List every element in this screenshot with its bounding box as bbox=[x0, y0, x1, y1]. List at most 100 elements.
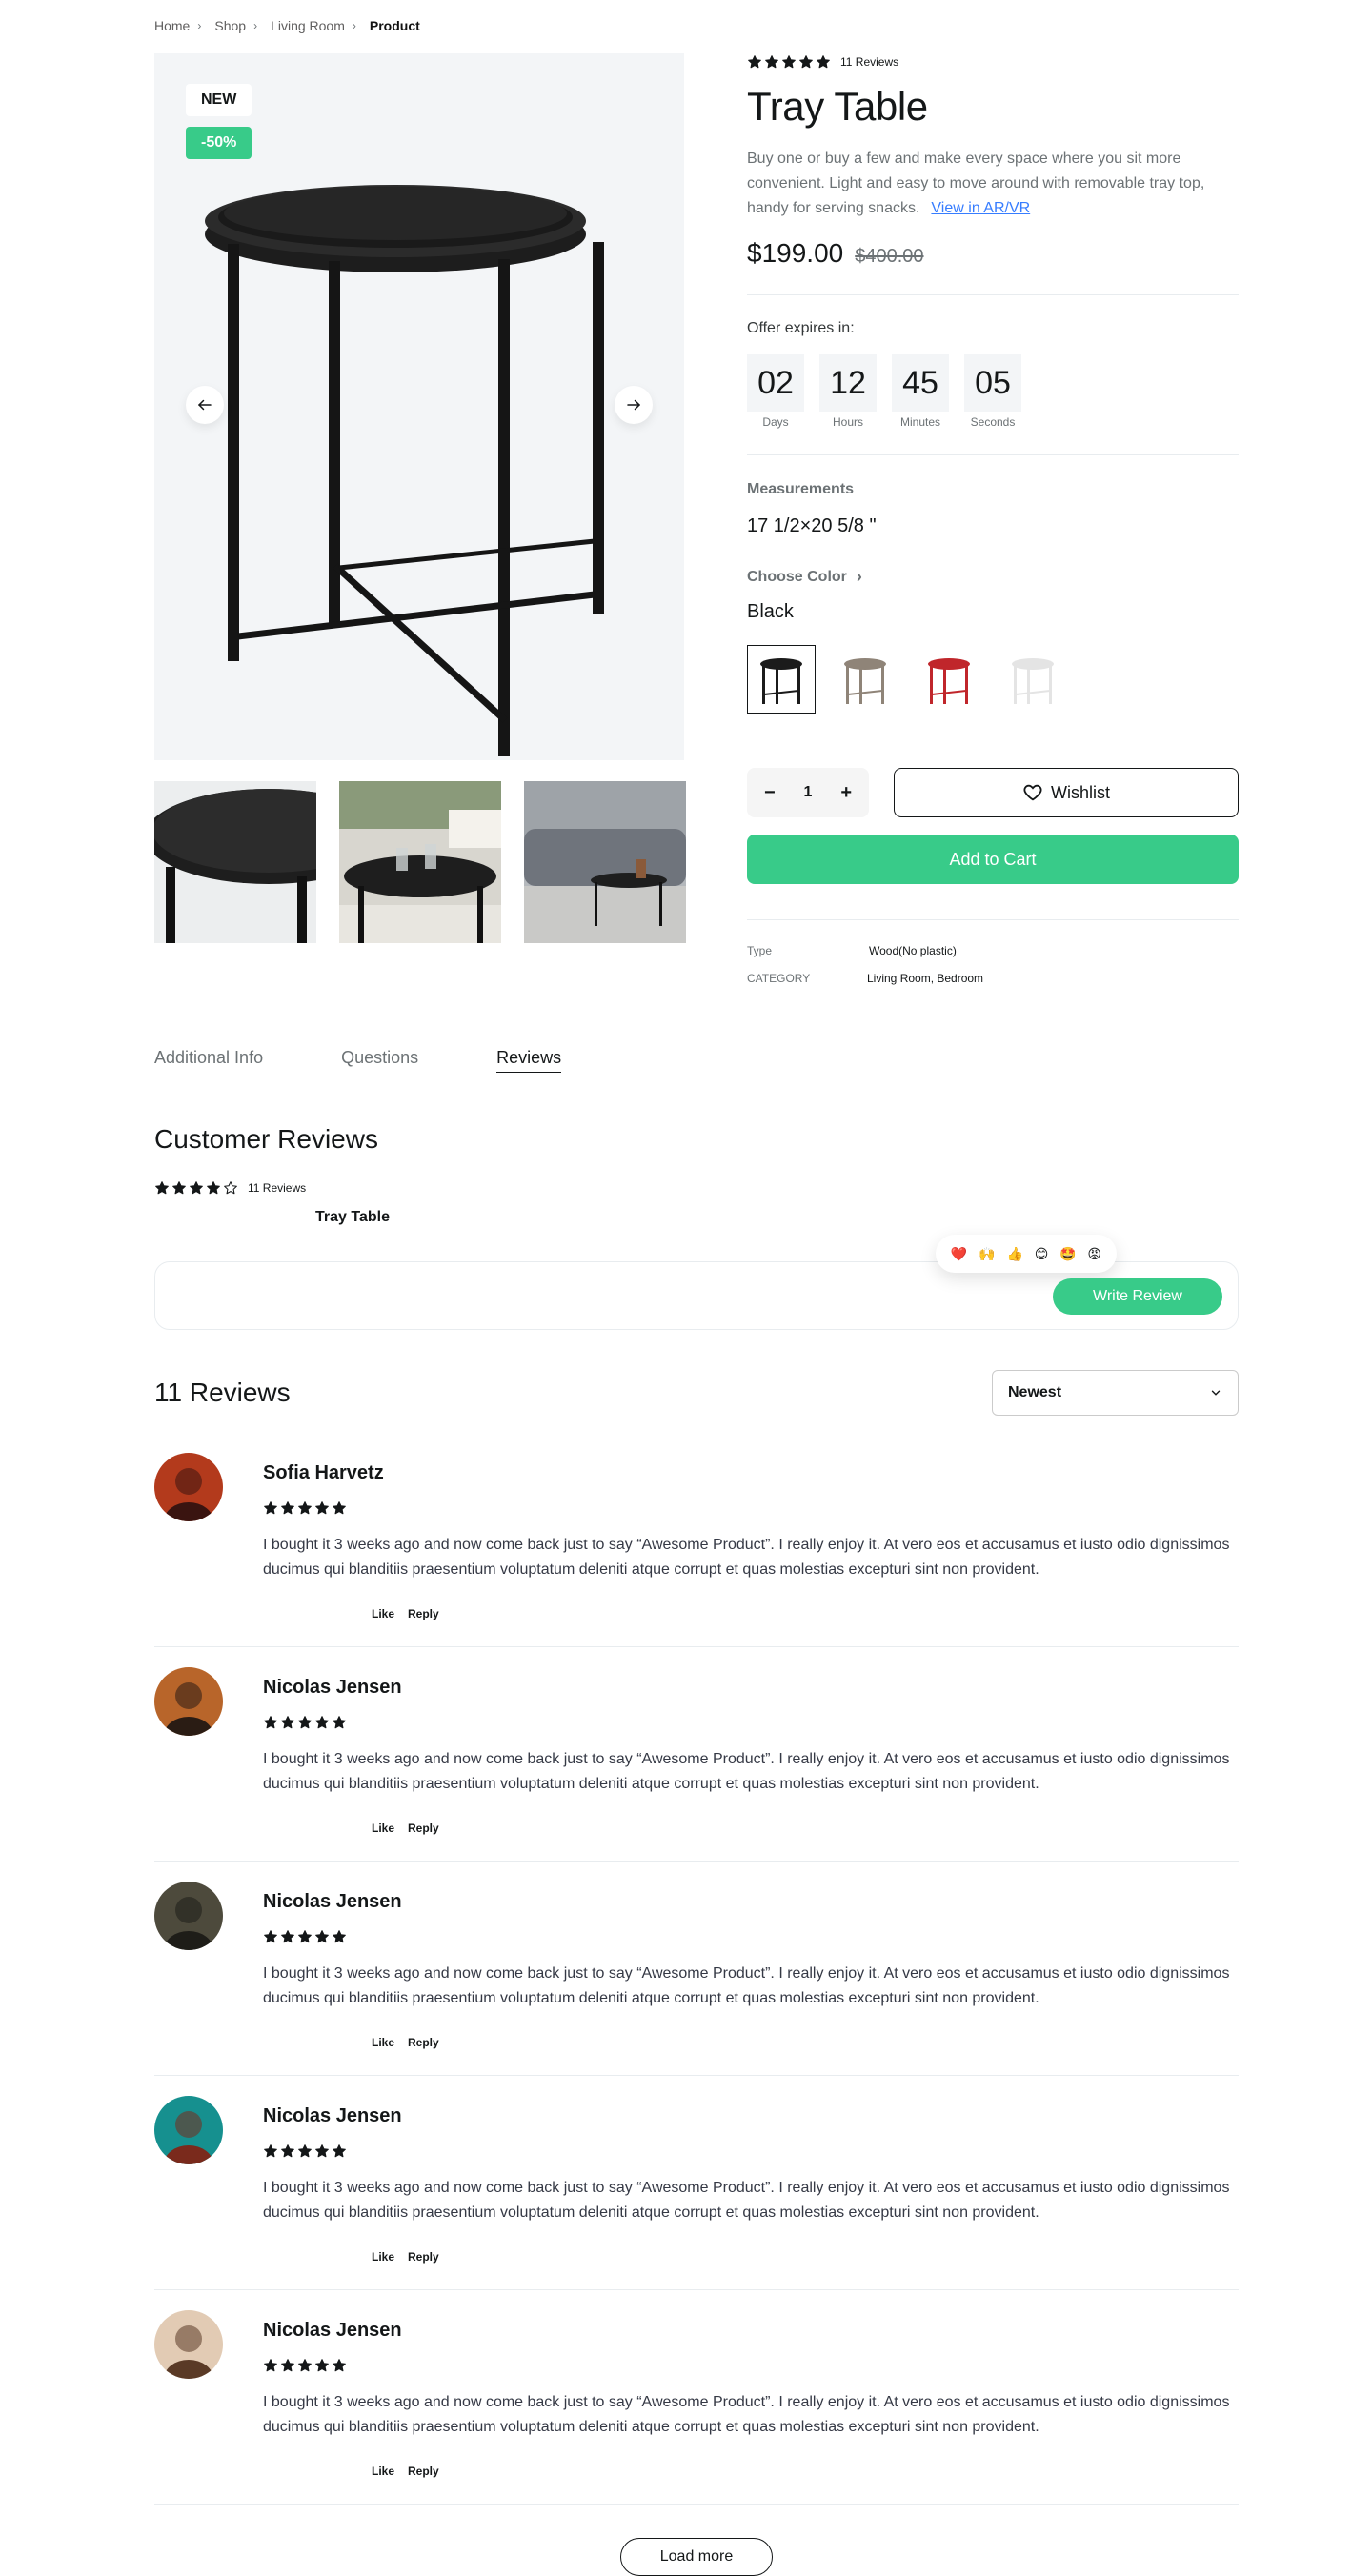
breadcrumb-label[interactable]: Home bbox=[154, 18, 190, 33]
countdown-hours: 12 Hours bbox=[819, 354, 877, 429]
like-button[interactable]: Like bbox=[372, 2465, 394, 2478]
sort-selected-value[interactable]: Newest bbox=[1008, 1384, 1061, 1401]
avatar bbox=[154, 1882, 223, 1950]
color-swatch-taupe[interactable] bbox=[831, 645, 899, 714]
wishlist-button[interactable]: Wishlist bbox=[894, 768, 1239, 817]
reviews-count-heading: 11 Reviews bbox=[154, 1378, 291, 1407]
avatar-image bbox=[154, 2310, 223, 2379]
meta-key: Type bbox=[747, 944, 773, 957]
chevron-right-icon: › bbox=[352, 19, 356, 32]
breadcrumb-home[interactable]: Home › bbox=[154, 18, 201, 33]
chevron-down-icon bbox=[1211, 1390, 1221, 1396]
star-icon bbox=[315, 1716, 329, 1729]
divider bbox=[747, 294, 1239, 295]
color-swatch-red[interactable] bbox=[915, 645, 983, 714]
discount-badge: -50% bbox=[186, 127, 252, 159]
like-button[interactable]: Like bbox=[372, 2250, 394, 2264]
emoji-reaction[interactable]: 😊 bbox=[1035, 1246, 1049, 1262]
increase-quantity-button[interactable]: + bbox=[840, 782, 852, 804]
star-icon bbox=[281, 1501, 294, 1515]
tab-questions[interactable]: Questions bbox=[341, 1048, 418, 1073]
reply-button[interactable]: Reply bbox=[408, 1821, 439, 1835]
countdown-value: 45 bbox=[892, 354, 949, 412]
decrease-quantity-button[interactable]: − bbox=[764, 782, 776, 804]
review-item: Nicolas Jensen I bought it 3 weeks ago an… bbox=[154, 2310, 1239, 2505]
like-button[interactable]: Like bbox=[372, 2036, 394, 2049]
star-icon bbox=[298, 2144, 312, 2158]
color-swatch-white[interactable] bbox=[999, 645, 1067, 714]
emoji-reaction[interactable]: 👍 bbox=[1006, 1246, 1022, 1262]
star-icon bbox=[817, 55, 830, 69]
review-item: Nicolas Jensen I bought it 3 weeks ago an… bbox=[154, 1667, 1239, 1862]
choose-color-label[interactable]: Choose Color bbox=[747, 569, 847, 586]
product-tabs: Additional Info Questions Reviews bbox=[154, 1048, 562, 1073]
countdown-value: 02 bbox=[747, 354, 804, 412]
emoji-reaction[interactable]: 🤩 bbox=[1059, 1246, 1076, 1262]
arrow-right-icon bbox=[627, 399, 641, 411]
reply-button[interactable]: Reply bbox=[408, 2036, 439, 2049]
emoji-reaction[interactable]: ❤️ bbox=[951, 1246, 967, 1262]
meta-key: CATEGORY bbox=[747, 972, 811, 985]
tab-reviews[interactable]: Reviews bbox=[496, 1048, 562, 1073]
rating-stars bbox=[747, 54, 831, 70]
star-icon bbox=[748, 55, 761, 69]
quantity-value[interactable]: 1 bbox=[804, 784, 813, 801]
countdown-caption: Minutes bbox=[899, 415, 941, 429]
review-text: I bought it 3 weeks ago and now come bac… bbox=[263, 2180, 1230, 2221]
review-text: I bought it 3 weeks ago and now come bac… bbox=[263, 1751, 1230, 1792]
like-button[interactable]: Like bbox=[372, 1821, 394, 1835]
sort-select[interactable]: Newest bbox=[992, 1370, 1239, 1416]
breadcrumb-label[interactable]: Living Room bbox=[271, 18, 345, 33]
breadcrumb-label[interactable]: Shop bbox=[214, 18, 246, 33]
star-icon bbox=[281, 2359, 294, 2372]
reviewer-name: Nicolas Jensen bbox=[263, 1891, 402, 1912]
review-actions: Like Reply bbox=[372, 1607, 439, 1620]
choose-color-link[interactable]: Choose Color › bbox=[747, 567, 862, 587]
meta-type: Type Wood(No plastic) bbox=[747, 944, 957, 957]
thumbnail-2[interactable] bbox=[339, 781, 501, 943]
next-image-button[interactable] bbox=[615, 386, 653, 424]
table-in-room-image bbox=[524, 781, 686, 943]
product-main-image: NEW -50% bbox=[154, 53, 684, 760]
customer-reviews-title: Customer Reviews bbox=[154, 1124, 378, 1154]
star-icon bbox=[281, 1716, 294, 1729]
red-table-swatch-image bbox=[928, 658, 970, 704]
review-count[interactable]: 11 Reviews bbox=[840, 55, 898, 69]
add-to-cart-button[interactable]: Add to Cart bbox=[747, 835, 1239, 884]
countdown-caption: Days bbox=[762, 415, 789, 429]
countdown-minutes: 45 Minutes bbox=[892, 354, 949, 429]
review-actions: Like Reply bbox=[372, 2036, 439, 2049]
review-text: I bought it 3 weeks ago and now come bac… bbox=[263, 1965, 1230, 2006]
breadcrumb-shop[interactable]: Shop › bbox=[214, 18, 257, 33]
star-icon bbox=[190, 1181, 203, 1195]
like-button[interactable]: Like bbox=[372, 1607, 394, 1620]
countdown-value: 05 bbox=[964, 354, 1021, 412]
write-review-button[interactable]: Write Review bbox=[1053, 1278, 1222, 1315]
table-with-glasses-image bbox=[339, 781, 501, 943]
thumbnail-1[interactable] bbox=[154, 781, 316, 943]
thumbnail-3[interactable] bbox=[524, 781, 686, 943]
load-more-button[interactable]: Load more bbox=[620, 2538, 773, 2576]
quantity-stepper: − 1 + bbox=[747, 768, 869, 817]
reply-button[interactable]: Reply bbox=[408, 2250, 439, 2264]
view-ar-link[interactable]: View in AR/VR bbox=[931, 200, 1030, 216]
avatar bbox=[154, 1667, 223, 1736]
reply-button[interactable]: Reply bbox=[408, 2465, 439, 2478]
emoji-reaction[interactable]: 🙌 bbox=[979, 1246, 995, 1262]
review-divider bbox=[154, 2504, 1239, 2505]
previous-image-button[interactable] bbox=[186, 386, 224, 424]
reply-button[interactable]: Reply bbox=[408, 1607, 439, 1620]
star-icon bbox=[333, 2144, 346, 2158]
star-icon bbox=[782, 55, 796, 69]
tab-additional-info[interactable]: Additional Info bbox=[154, 1048, 263, 1073]
wishlist-label[interactable]: Wishlist bbox=[1051, 783, 1110, 803]
meta-value: Wood(No plastic) bbox=[869, 944, 957, 957]
review-stars bbox=[263, 2143, 347, 2159]
color-swatch-black[interactable] bbox=[747, 645, 816, 714]
product-rating: 11 Reviews bbox=[747, 54, 898, 70]
review-actions: Like Reply bbox=[372, 2250, 439, 2264]
star-icon bbox=[315, 2359, 329, 2372]
breadcrumb-living-room[interactable]: Living Room › bbox=[271, 18, 356, 33]
star-icon bbox=[264, 1716, 277, 1729]
emoji-reaction[interactable]: 😡 bbox=[1087, 1246, 1101, 1262]
